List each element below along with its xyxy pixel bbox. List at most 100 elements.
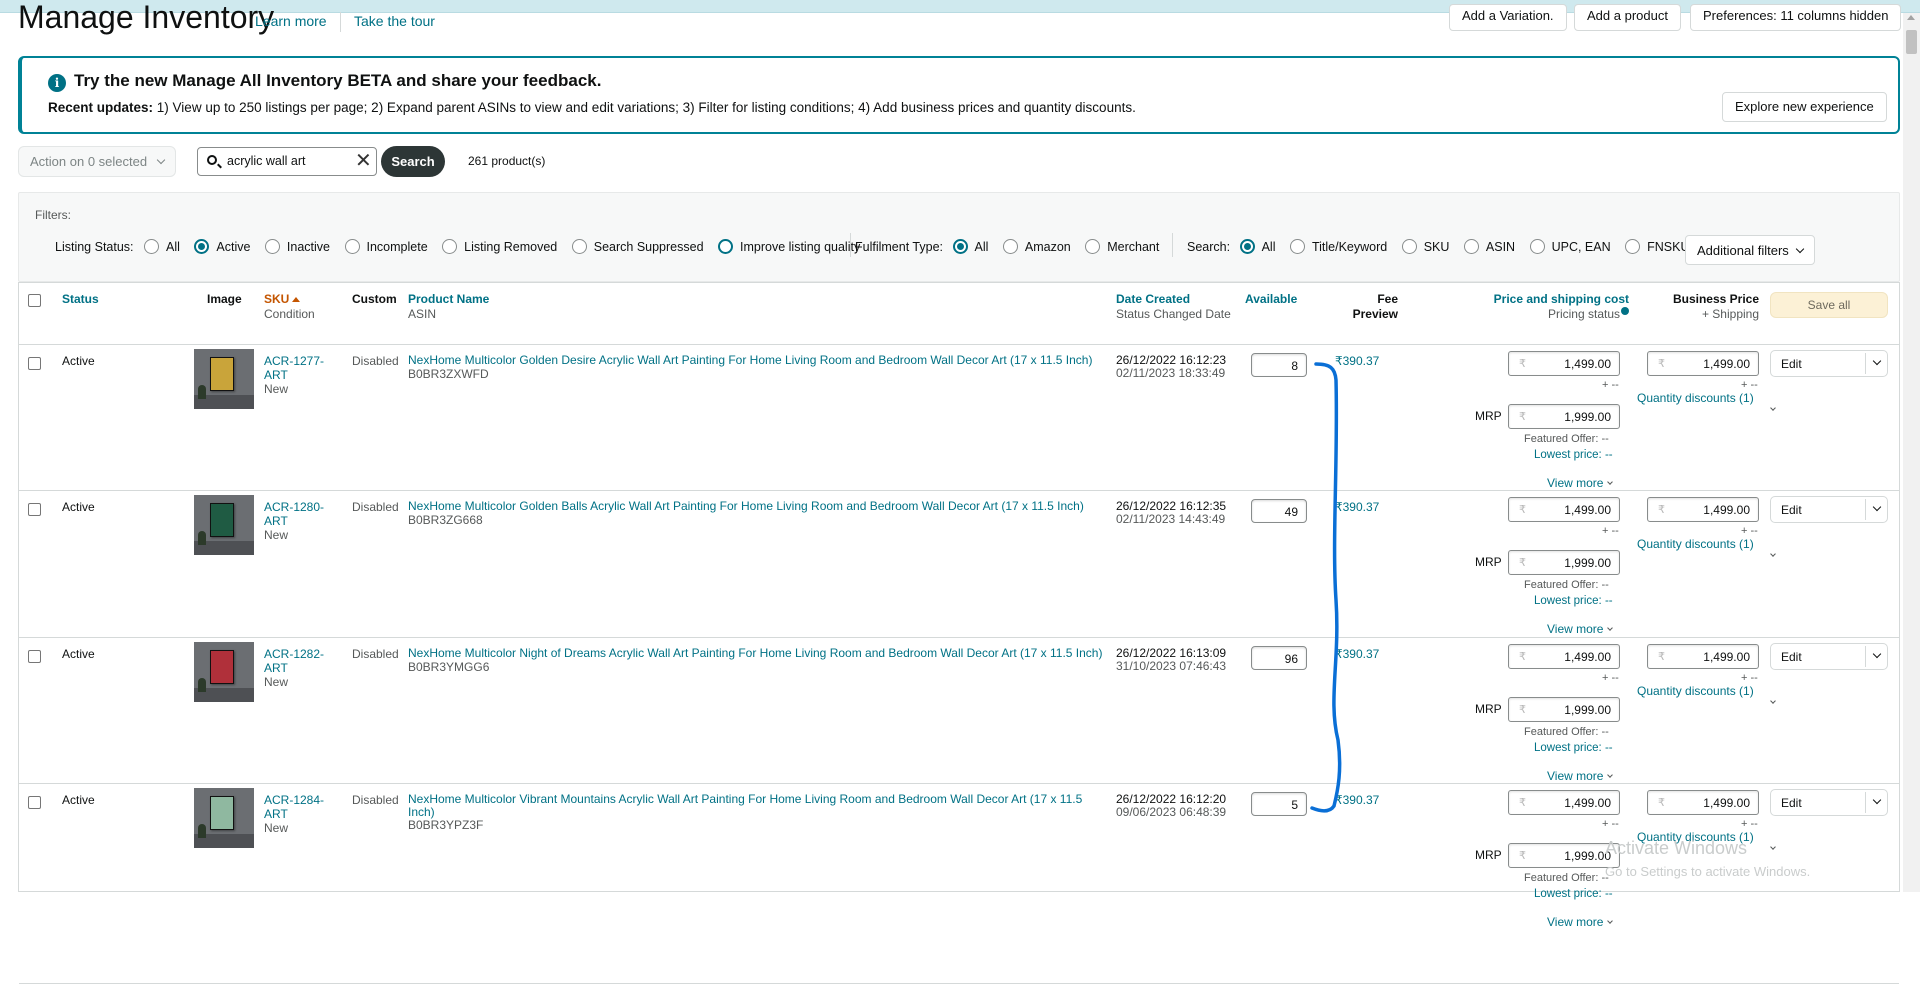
- business-price-input[interactable]: ₹1,499.00: [1647, 790, 1759, 815]
- chevron-down-icon[interactable]: [1872, 649, 1882, 659]
- lowest-price-link[interactable]: Lowest price: --: [1534, 449, 1613, 461]
- col-price-shipping[interactable]: Price and shipping cost Pricing status: [1479, 292, 1629, 322]
- col-product-name[interactable]: Product Name ASIN: [408, 292, 489, 322]
- business-price-input[interactable]: ₹1,499.00: [1647, 497, 1759, 522]
- radio-search-fnsku[interactable]: [1625, 239, 1641, 254]
- fee-preview-link[interactable]: ₹390.37: [1335, 793, 1379, 807]
- view-more-link[interactable]: View more: [1547, 622, 1614, 636]
- radio-listing-removed[interactable]: [442, 239, 458, 254]
- radio-fulfilment-merchant[interactable]: [1085, 239, 1101, 254]
- fee-preview-link[interactable]: ₹390.37: [1335, 354, 1379, 368]
- sku-link[interactable]: ACR-1282- ART New: [264, 647, 324, 689]
- chevron-down-icon[interactable]: [1770, 551, 1776, 557]
- mrp-input[interactable]: ₹1,999.00: [1508, 550, 1620, 575]
- chevron-down-icon[interactable]: [1770, 405, 1776, 411]
- mrp-input[interactable]: ₹1,999.00: [1508, 843, 1620, 868]
- chevron-down-icon[interactable]: [1872, 502, 1882, 512]
- business-price-input[interactable]: ₹1,499.00: [1647, 644, 1759, 669]
- sku-link[interactable]: ACR-1277- ART New: [264, 354, 324, 396]
- col-status[interactable]: Status: [62, 292, 99, 307]
- chevron-down-icon[interactable]: [1770, 844, 1776, 850]
- scroll-up-arrow-icon[interactable]: [1907, 15, 1915, 20]
- col-date-created[interactable]: Date Created Status Changed Date: [1116, 292, 1231, 322]
- info-icon[interactable]: [1621, 307, 1629, 315]
- business-price-input[interactable]: ₹1,499.00: [1647, 351, 1759, 376]
- price-input[interactable]: ₹1,499.00: [1508, 644, 1620, 669]
- row-checkbox[interactable]: [28, 650, 41, 663]
- available-quantity-input[interactable]: 8: [1251, 353, 1307, 377]
- chevron-down-icon[interactable]: [1872, 356, 1882, 366]
- save-all-button[interactable]: Save all: [1770, 292, 1888, 318]
- available-quantity-input[interactable]: 49: [1251, 499, 1307, 523]
- price-input[interactable]: ₹1,499.00: [1508, 351, 1620, 376]
- take-tour-link[interactable]: Take the tour: [354, 13, 435, 29]
- radio-search-asin[interactable]: [1463, 239, 1479, 254]
- explore-new-experience-button[interactable]: Explore new experience: [1722, 92, 1887, 122]
- edit-button[interactable]: Edit: [1770, 350, 1888, 377]
- fee-preview-link[interactable]: ₹390.37: [1335, 647, 1379, 661]
- radio-listing-incomplete[interactable]: [344, 239, 360, 254]
- radio-search-all[interactable]: [1239, 239, 1255, 254]
- product-thumbnail[interactable]: [194, 495, 254, 555]
- edit-button[interactable]: Edit: [1770, 789, 1888, 816]
- product-thumbnail[interactable]: [194, 349, 254, 409]
- page-title: Manage Inventory: [18, 0, 275, 35]
- col-available[interactable]: Available: [1245, 292, 1297, 307]
- available-quantity-input[interactable]: 5: [1251, 792, 1307, 816]
- radio-search-sku[interactable]: [1401, 239, 1417, 254]
- sku-link[interactable]: ACR-1284- ART New: [264, 793, 324, 835]
- search-button[interactable]: Search: [381, 146, 445, 177]
- product-name-link[interactable]: NexHome Multicolor Golden Balls Acrylic …: [408, 499, 1084, 513]
- available-quantity-input[interactable]: 96: [1251, 646, 1307, 670]
- price-input[interactable]: ₹1,499.00: [1508, 497, 1620, 522]
- radio-fulfilment-all[interactable]: [952, 239, 968, 254]
- scrollbar-thumb[interactable]: [1906, 30, 1917, 54]
- chevron-down-icon[interactable]: [1770, 698, 1776, 704]
- mrp-input[interactable]: ₹1,999.00: [1508, 404, 1620, 429]
- search-input[interactable]: acrylic wall art ✕: [197, 147, 377, 176]
- mrp-input[interactable]: ₹1,999.00: [1508, 697, 1620, 722]
- view-more-link[interactable]: View more: [1547, 476, 1614, 490]
- bulk-action-dropdown[interactable]: Action on 0 selected: [18, 146, 176, 177]
- lowest-price-link[interactable]: Lowest price: --: [1534, 595, 1613, 607]
- radio-listing-active[interactable]: [194, 239, 210, 254]
- learn-more-link[interactable]: Learn more: [255, 13, 327, 29]
- sku-link[interactable]: ACR-1280- ART New: [264, 500, 324, 542]
- radio-search-title[interactable]: [1289, 239, 1305, 254]
- quantity-discounts-link[interactable]: Quantity discounts (1): [1637, 391, 1754, 405]
- select-all-checkbox[interactable]: [28, 294, 41, 307]
- bulk-action-label: Action on 0 selected: [30, 154, 148, 169]
- quantity-discounts-link[interactable]: Quantity discounts (1): [1637, 684, 1754, 698]
- row-checkbox[interactable]: [28, 503, 41, 516]
- product-thumbnail[interactable]: [194, 788, 254, 848]
- view-more-link[interactable]: View more: [1547, 915, 1614, 929]
- edit-button[interactable]: Edit: [1770, 643, 1888, 670]
- radio-fulfilment-amazon[interactable]: [1002, 239, 1018, 254]
- radio-improve-listing-quality[interactable]: [718, 239, 734, 254]
- lowest-price-link[interactable]: Lowest price: --: [1534, 742, 1613, 754]
- add-product-button[interactable]: Add a product: [1574, 4, 1681, 31]
- additional-filters-button[interactable]: Additional filters: [1685, 235, 1815, 265]
- lowest-price-link[interactable]: Lowest price: --: [1534, 888, 1613, 900]
- chevron-down-icon[interactable]: [1872, 795, 1882, 805]
- preferences-button[interactable]: Preferences: 11 columns hidden: [1690, 4, 1902, 31]
- edit-button[interactable]: Edit: [1770, 496, 1888, 523]
- clear-search-icon[interactable]: ✕: [355, 151, 372, 171]
- radio-listing-all[interactable]: [144, 239, 159, 254]
- view-more-link[interactable]: View more: [1547, 769, 1614, 783]
- fee-preview-link[interactable]: ₹390.37: [1335, 500, 1379, 514]
- radio-listing-inactive[interactable]: [264, 239, 280, 254]
- product-thumbnail[interactable]: [194, 642, 254, 702]
- row-checkbox[interactable]: [28, 796, 41, 809]
- radio-search-suppressed[interactable]: [571, 239, 587, 254]
- page-scrollbar[interactable]: [1903, 13, 1920, 892]
- add-variation-button[interactable]: Add a Variation.: [1449, 4, 1567, 31]
- col-sku[interactable]: SKU Condition: [264, 292, 315, 322]
- product-name-link[interactable]: NexHome Multicolor Vibrant Mountains Acr…: [408, 792, 1082, 819]
- quantity-discounts-link[interactable]: Quantity discounts (1): [1637, 537, 1754, 551]
- product-name-link[interactable]: NexHome Multicolor Golden Desire Acrylic…: [408, 353, 1092, 367]
- row-checkbox[interactable]: [28, 357, 41, 370]
- price-input[interactable]: ₹1,499.00: [1508, 790, 1620, 815]
- product-name-link[interactable]: NexHome Multicolor Night of Dreams Acryl…: [408, 646, 1102, 660]
- radio-search-upc[interactable]: [1529, 239, 1545, 254]
